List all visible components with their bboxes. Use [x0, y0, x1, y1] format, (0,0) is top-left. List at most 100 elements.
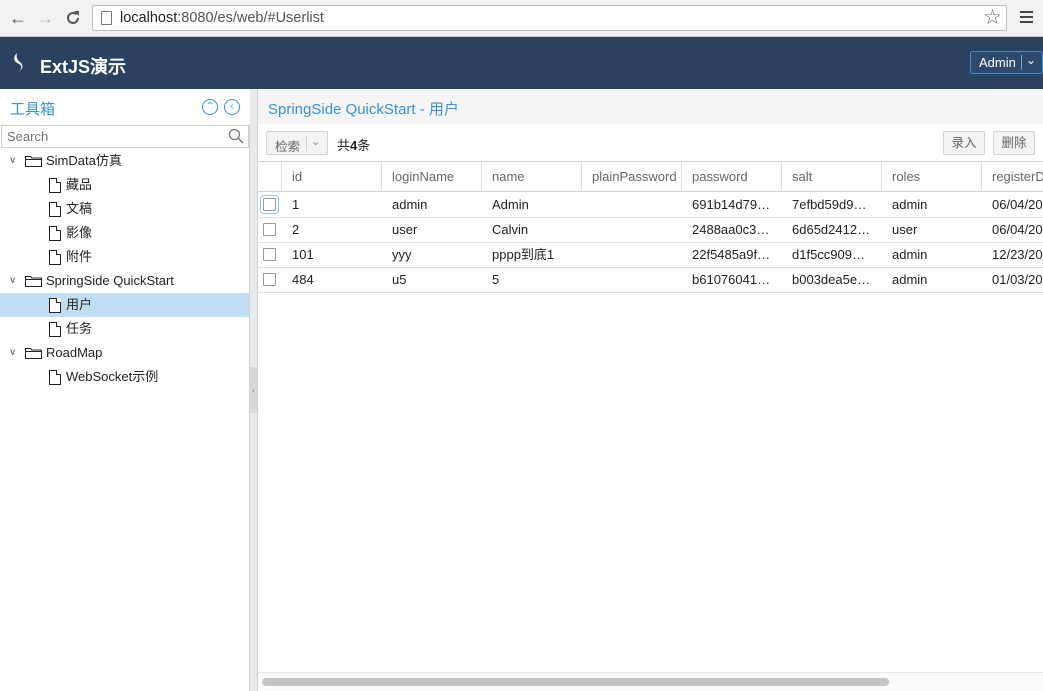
toolbox-panel: 工具箱 ⌃ ‹ ∨ SimData仿真 藏品 文稿 影像	[0, 89, 250, 691]
document-icon	[49, 322, 61, 337]
cell-name: 5	[492, 272, 500, 287]
cell-id: 2	[292, 222, 300, 237]
column-header-checkbox[interactable]	[258, 162, 282, 192]
url-host: localhost	[120, 10, 178, 26]
bookmark-star-icon[interactable]: ☆	[983, 6, 1002, 30]
row-checkbox[interactable]	[263, 223, 276, 236]
table-row[interactable]: 484 u5 5 b61076041… b003dea5e… admin 01/…	[258, 268, 1043, 293]
table-row[interactable]: 2 user Calvin 2488aa0c3… 6d65d2412… user…	[258, 218, 1043, 243]
user-grid: id loginName name plainPassword password…	[258, 162, 1043, 672]
row-checkbox[interactable]	[263, 248, 276, 261]
cell-login-name: yyy	[392, 247, 412, 262]
search-input[interactable]	[2, 126, 222, 147]
column-header[interactable]: loginName	[382, 162, 482, 192]
count-suffix: 条	[357, 138, 371, 153]
search-icon[interactable]	[228, 128, 244, 144]
collapse-panel-icon[interactable]: ‹	[224, 99, 240, 115]
chevron-down-icon[interactable]: ∨	[9, 269, 16, 293]
grid-header: id loginName name plainPassword password…	[258, 162, 1043, 192]
cell-salt: 7efbd59d9…	[792, 197, 867, 212]
column-header[interactable]: id	[282, 162, 382, 192]
column-header[interactable]: registerD	[982, 162, 1043, 192]
cell-name: pppp到底1	[492, 247, 555, 262]
chevron-down-icon[interactable]: ⌄	[311, 135, 320, 148]
app-header: ExtJS演示 Admin ⌄	[0, 37, 1043, 89]
tree-folder-springside[interactable]: ∨ SpringSide QuickStart	[0, 269, 249, 293]
tree-item-collection[interactable]: 藏品	[0, 173, 249, 197]
toolbox-header: 工具箱 ⌃ ‹	[0, 89, 250, 124]
folder-icon	[25, 276, 42, 287]
tree-folder-simdata[interactable]: ∨ SimData仿真	[0, 149, 249, 173]
cell-plain-password	[582, 218, 682, 242]
chevron-down-icon[interactable]: ⌄	[1026, 53, 1036, 67]
back-arrow-icon[interactable]: ←	[8, 8, 28, 28]
split-divider	[306, 136, 307, 151]
panel-splitter[interactable]: ‹	[250, 89, 258, 691]
cell-plain-password	[582, 193, 682, 217]
cell-login-name: user	[392, 222, 418, 237]
delete-button[interactable]: 删除	[993, 131, 1035, 155]
column-header[interactable]: salt	[782, 162, 882, 192]
cell-register-date: 06/04/20	[992, 197, 1043, 212]
panel-title: SpringSide QuickStart - 用户	[268, 101, 459, 118]
chevron-down-icon[interactable]: ∨	[9, 341, 16, 365]
tree-label: 文稿	[66, 201, 93, 216]
panel-header: SpringSide QuickStart - 用户	[258, 89, 1043, 124]
tree-label: 附件	[66, 249, 93, 264]
tree-folder-roadmap[interactable]: ∨ RoadMap	[0, 341, 249, 365]
browser-menu-icon[interactable]	[1020, 11, 1033, 26]
cell-id: 484	[292, 272, 314, 287]
tree-item-manuscript[interactable]: 文稿	[0, 197, 249, 221]
cell-login-name: admin	[392, 197, 428, 212]
horizontal-scrollbar[interactable]	[258, 672, 1043, 691]
nav-tree: ∨ SimData仿真 藏品 文稿 影像 附件 ∨ SpringSide Qui…	[0, 149, 249, 389]
chevron-down-icon[interactable]: ∨	[9, 149, 16, 173]
tree-item-tasks[interactable]: 任务	[0, 317, 249, 341]
cell-register-date: 12/23/20	[992, 247, 1043, 262]
app-logo-icon	[14, 53, 23, 73]
collapse-handle-icon[interactable]: ‹	[250, 367, 257, 413]
cell-roles: user	[892, 222, 918, 237]
forward-arrow-icon[interactable]: →	[35, 8, 55, 28]
document-icon	[49, 370, 61, 385]
tree-label: 用户	[66, 297, 93, 312]
page-icon	[101, 11, 112, 25]
tree-label: WebSocket示例	[66, 369, 159, 384]
tree-label: 藏品	[66, 177, 93, 192]
tree-item-websocket[interactable]: WebSocket示例	[0, 365, 249, 389]
scrollbar-thumb[interactable]	[262, 678, 889, 686]
tree-item-image[interactable]: 影像	[0, 221, 249, 245]
cell-salt: b003dea5e…	[792, 272, 871, 287]
tree-label: RoadMap	[46, 345, 103, 360]
row-checkbox[interactable]	[260, 195, 279, 214]
table-row[interactable]: 1 admin Admin 691b14d79… 7efbd59d9… admi…	[258, 193, 1043, 218]
cell-password: 691b14d79…	[692, 197, 771, 212]
cell-id: 101	[292, 247, 314, 262]
table-row[interactable]: 101 yyy pppp到底1 22f5485a9f… d1f5cc909… a…	[258, 243, 1043, 268]
cell-login-name: u5	[392, 272, 407, 287]
cell-register-date: 01/03/20	[992, 272, 1043, 287]
user-menu-button[interactable]: Admin ⌄	[970, 51, 1043, 74]
address-bar[interactable]: localhost:8080/es/web/#Userlist ☆	[92, 5, 1007, 31]
search-split-button[interactable]: 检索 ⌄	[266, 131, 328, 155]
collapse-all-icon[interactable]: ⌃	[202, 99, 218, 115]
cell-roles: admin	[892, 247, 928, 262]
tree-item-attachment[interactable]: 附件	[0, 245, 249, 269]
cell-salt: d1f5cc909…	[792, 247, 865, 262]
cell-id: 1	[292, 197, 300, 212]
column-header[interactable]: password	[682, 162, 782, 192]
document-icon	[49, 226, 61, 241]
column-header[interactable]: plainPassword	[582, 162, 682, 192]
row-checkbox[interactable]	[263, 273, 276, 286]
reload-icon[interactable]	[63, 8, 83, 28]
tree-search	[1, 125, 249, 148]
tree-label: 任务	[66, 321, 93, 336]
tree-item-users[interactable]: 用户	[0, 293, 249, 317]
column-header[interactable]: name	[482, 162, 582, 192]
url-text[interactable]: localhost:8080/es/web/#Userlist	[120, 10, 324, 26]
add-button[interactable]: 录入	[943, 131, 985, 155]
cell-name: Calvin	[492, 222, 529, 237]
user-menu-label: Admin	[979, 55, 1016, 70]
cell-roles: admin	[892, 272, 928, 287]
column-header[interactable]: roles	[882, 162, 982, 192]
